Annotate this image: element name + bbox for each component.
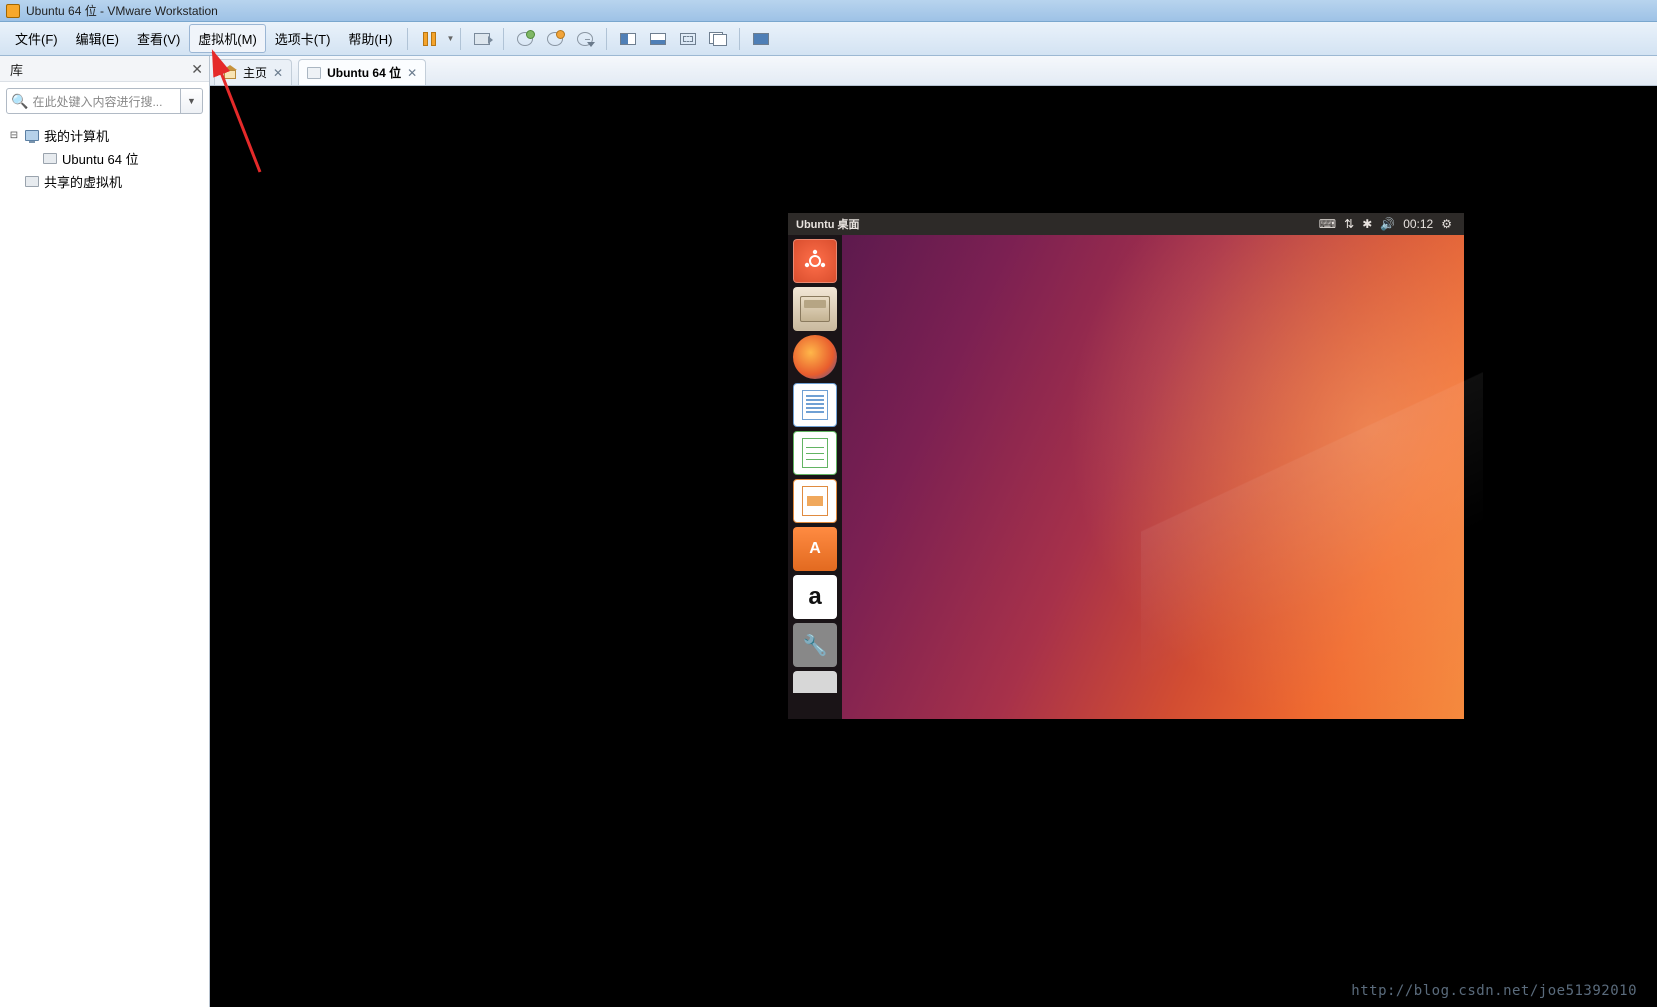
menu-file[interactable]: 文件(F) <box>6 24 67 53</box>
multi-monitor-button[interactable] <box>704 27 732 51</box>
menu-toolbar: 文件(F) 编辑(E) 查看(V) 虚拟机(M) 选项卡(T) 帮助(H) ▼ <box>0 22 1657 56</box>
send-ctrl-alt-del-button[interactable] <box>468 27 496 51</box>
libreoffice-calc-icon[interactable] <box>793 431 837 475</box>
ubuntu-guest-screen[interactable]: Ubuntu 桌面 ⌨ ⇅ ✱ 🔊 00:12 ⚙ <box>788 213 1464 719</box>
unity-mode-button[interactable] <box>614 27 642 51</box>
files-icon[interactable] <box>793 287 837 331</box>
tab-home[interactable]: 主页 ✕ <box>214 59 292 85</box>
vmware-logo-icon <box>6 4 20 18</box>
library-title: 库 <box>10 60 23 79</box>
tab-home-label: 主页 <box>243 64 267 81</box>
home-icon <box>223 67 237 79</box>
bluetooth-indicator-icon[interactable]: ✱ <box>1362 217 1372 231</box>
power-dropdown[interactable]: ▼ <box>446 34 454 43</box>
separator <box>503 28 504 50</box>
menu-view[interactable]: 查看(V) <box>128 24 189 53</box>
window-title: Ubuntu 64 位 - VMware Workstation <box>26 2 218 19</box>
tree-my-computer-label: 我的计算机 <box>44 126 109 145</box>
separator <box>407 28 408 50</box>
ubuntu-top-panel: Ubuntu 桌面 ⌨ ⇅ ✱ 🔊 00:12 ⚙ <box>788 213 1464 235</box>
network-indicator-icon[interactable]: ⇅ <box>1344 217 1354 231</box>
shared-icon <box>25 176 39 187</box>
ubuntu-software-icon[interactable]: A <box>793 527 837 571</box>
revert-snapshot-button[interactable] <box>541 27 569 51</box>
fullscreen-button[interactable] <box>747 27 775 51</box>
window-titlebar: Ubuntu 64 位 - VMware Workstation <box>0 0 1657 22</box>
library-search-input[interactable]: 🔍 在此处键入内容进行搜... <box>6 88 181 114</box>
tab-strip: 主页 ✕ Ubuntu 64 位 ✕ <box>210 56 1657 86</box>
library-sidebar: 库 ✕ 🔍 在此处键入内容进行搜... ▼ ⊟ 我的计算机 Ubuntu 64 … <box>0 56 210 1007</box>
menu-edit[interactable]: 编辑(E) <box>67 24 128 53</box>
computer-icon <box>25 130 39 141</box>
collapse-icon[interactable]: ⊟ <box>8 130 20 141</box>
dash-icon[interactable] <box>793 239 837 283</box>
menu-vm[interactable]: 虚拟机(M) <box>189 24 266 53</box>
keyboard-indicator-icon[interactable]: ⌨ <box>1319 217 1336 231</box>
tree ubuntu: 共享的虚拟机 <box>44 172 122 191</box>
separator <box>606 28 607 50</box>
pause-vm-button[interactable] <box>415 27 443 51</box>
close-tab-icon[interactable]: ✕ <box>273 66 283 80</box>
vm-tab-icon <box>307 67 321 79</box>
libreoffice-impress-icon[interactable] <box>793 479 837 523</box>
console-view-button[interactable] <box>644 27 672 51</box>
separator <box>460 28 461 50</box>
vm-icon <box>43 153 57 164</box>
tree-vm-ubuntu-label: Ubuntu 64 位 <box>62 149 139 168</box>
tree-shared-vms[interactable]: 共享的虚拟机 <box>4 170 205 193</box>
firefox-icon[interactable] <box>793 335 837 379</box>
libreoffice-writer-icon[interactable] <box>793 383 837 427</box>
search-placeholder: 在此处键入内容进行搜... <box>32 93 162 110</box>
tree-my-computer[interactable]: ⊟ 我的计算机 <box>4 124 205 147</box>
tab-ubuntu-vm[interactable]: Ubuntu 64 位 ✕ <box>298 59 426 85</box>
unity-launcher: A a 🔧 <box>788 235 842 719</box>
watermark-text: http://blog.csdn.net/joe51392010 <box>1351 983 1637 999</box>
system-settings-icon[interactable]: 🔧 <box>793 623 837 667</box>
library-tree: ⊟ 我的计算机 Ubuntu 64 位 共享的虚拟机 <box>0 120 209 197</box>
stretch-guest-button[interactable] <box>674 27 702 51</box>
clock-indicator[interactable]: 00:12 <box>1403 217 1433 231</box>
close-tab-icon[interactable]: ✕ <box>407 66 417 80</box>
separator <box>739 28 740 50</box>
take-snapshot-button[interactable] <box>511 27 539 51</box>
search-icon: 🔍 <box>11 93 28 110</box>
ubuntu-desktop-title: Ubuntu 桌面 <box>796 216 860 232</box>
snapshot-manager-button[interactable] <box>571 27 599 51</box>
close-library-icon[interactable]: ✕ <box>191 61 203 78</box>
trash-icon[interactable] <box>793 671 837 693</box>
menu-tabs[interactable]: 选项卡(T) <box>266 24 340 53</box>
system-gear-icon[interactable]: ⚙ <box>1441 217 1452 231</box>
amazon-icon[interactable]: a <box>793 575 837 619</box>
tab-ubuntu-label: Ubuntu 64 位 <box>327 64 401 81</box>
menu-help[interactable]: 帮助(H) <box>339 24 401 53</box>
search-dropdown[interactable]: ▼ <box>181 88 203 114</box>
ubuntu-wallpaper[interactable] <box>842 235 1464 719</box>
vm-console[interactable]: Ubuntu 桌面 ⌨ ⇅ ✱ 🔊 00:12 ⚙ <box>210 86 1657 1007</box>
tree-vm-ubuntu[interactable]: Ubuntu 64 位 <box>4 147 205 170</box>
main-pane: 主页 ✕ Ubuntu 64 位 ✕ Ubuntu 桌面 ⌨ ⇅ ✱ 🔊 00: <box>210 56 1657 1007</box>
sound-indicator-icon[interactable]: 🔊 <box>1380 217 1395 231</box>
